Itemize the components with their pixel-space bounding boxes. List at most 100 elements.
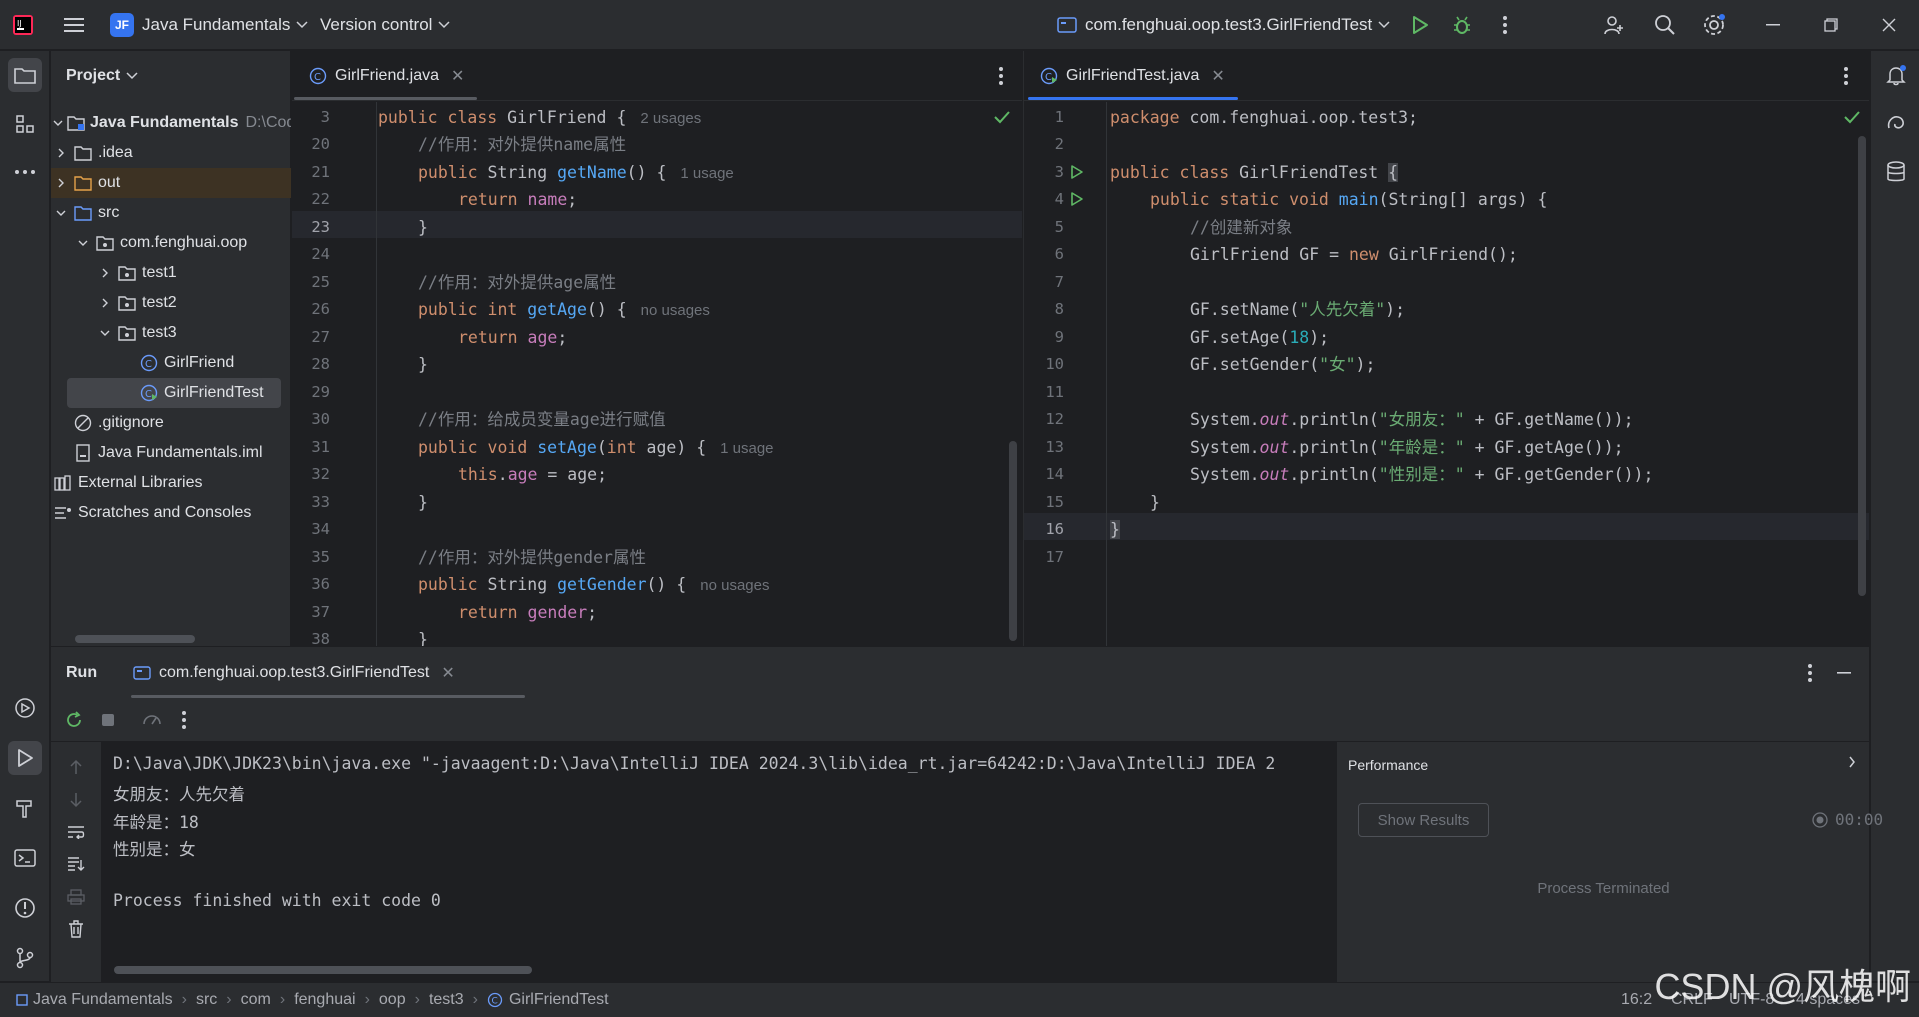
tree-item-label: .gitignore [98,414,164,431]
usages-inlay: no usages [700,577,770,594]
scroll-to-end-icon[interactable] [63,851,89,877]
vertical-scrollbar[interactable] [1858,136,1866,596]
project-badge: JF [110,13,134,37]
arrow-down-icon[interactable] [63,787,89,813]
editor-options-icon[interactable] [988,63,1014,89]
tree-item-out[interactable]: out [51,168,291,198]
right-tool-stripe [1870,51,1919,981]
close-icon[interactable]: ✕ [441,663,454,683]
run-options-icon[interactable] [1797,660,1823,686]
restore-icon[interactable] [1818,12,1844,38]
notifications-button[interactable] [1879,58,1913,92]
version-control-menu[interactable]: Version control [320,0,450,50]
breadcrumb-item[interactable]: com [241,991,271,1009]
tree-item-src[interactable]: src [51,198,291,228]
chevron-right-icon [53,148,69,158]
tree-item-idea[interactable]: .idea [51,138,291,168]
tab-girlfriend-java[interactable]: C GirlFriend.java ✕ [309,51,464,101]
run-config-icon [133,665,151,681]
database-button[interactable] [1879,155,1913,189]
tree-item-test1[interactable]: test1 [51,258,291,288]
editor-options-icon[interactable] [1833,63,1859,89]
search-icon[interactable] [1652,12,1678,38]
run-tool-button[interactable] [8,741,42,775]
chevron-down-icon [438,21,450,29]
vertical-scrollbar[interactable] [1009,441,1017,641]
timer-value: 00:00 [1835,810,1884,829]
tree-item-gitignore[interactable]: .gitignore [51,408,291,438]
run-icon[interactable] [1407,12,1433,38]
run-toolbar [51,698,1869,742]
close-icon[interactable]: ✕ [451,66,464,86]
hide-panel-icon[interactable] [1831,660,1857,686]
more-tools-button[interactable] [8,155,42,189]
soft-wrap-icon[interactable] [63,819,89,845]
structure-tool-button[interactable] [8,107,42,141]
tree-item-external-libraries[interactable]: External Libraries [51,468,291,498]
caret-position[interactable]: 16:2 [1621,991,1652,1009]
main-menu-icon[interactable] [61,12,87,38]
editor-girlfriend: C GirlFriend.java ✕ 3 20 21 22 23 24 25 … [292,51,1022,646]
intellij-logo-icon[interactable]: IJ [10,12,36,38]
tree-item-girlfriend[interactable]: C GirlFriend [51,348,291,378]
editor-girlfriendtest: C GirlFriendTest.java ✕ 1 2 3 4 5 6 7 8 … [1023,51,1869,646]
services-tool-button[interactable] [8,691,42,725]
trash-icon[interactable] [63,916,89,942]
console-line: 年龄是：18 [113,813,199,832]
project-panel-title[interactable]: Project [66,67,138,85]
gutter-separator [376,102,377,646]
build-tool-button[interactable] [8,791,42,825]
tree-item-test3[interactable]: test3 [51,318,291,348]
close-icon[interactable]: ✕ [1211,66,1224,86]
tree-item-iml[interactable]: Java Fundamentals.iml [51,438,291,468]
problems-tool-button[interactable] [8,891,42,925]
more-actions-icon[interactable] [1492,12,1518,38]
settings-gear-icon[interactable] [1701,12,1727,38]
code-line: GirlFriend GF = new GirlFriend(); [1190,245,1518,264]
chevron-right-icon [53,178,69,188]
code-line: System.out.println("女朋友：" + GF.getName()… [1190,410,1634,429]
tree-item-test2[interactable]: test2 [51,288,291,318]
stop-icon[interactable] [95,707,121,733]
project-switcher[interactable]: JF Java Fundamentals [110,0,308,50]
git-tool-button[interactable] [8,941,42,975]
breadcrumb-item[interactable]: C GirlFriendTest [487,991,609,1009]
breadcrumb-item[interactable]: test3 [429,991,464,1009]
line-number: 21 [311,163,330,181]
show-results-button[interactable]: Show Results [1358,803,1489,837]
module-file-icon [73,443,93,463]
breadcrumb-item[interactable]: oop [379,991,406,1009]
run-config-selector[interactable]: com.fenghuai.oop.test3.GirlFriendTest [1057,0,1390,50]
console-output[interactable]: D:\Java\JDK\JDK23\bin\java.exe "-javaage… [101,742,1336,982]
tree-item-label: test1 [142,264,177,281]
horizontal-scrollbar[interactable] [75,635,195,643]
attach-profiler-icon[interactable] [139,707,165,733]
breadcrumb-item[interactable]: src [196,991,217,1009]
breadcrumb-item[interactable]: Java Fundamentals [16,991,173,1009]
project-tool-button[interactable] [8,58,42,92]
chevron-right-icon[interactable] [1839,749,1865,775]
add-user-icon[interactable] [1601,12,1627,38]
tab-girlfriendtest-java[interactable]: C GirlFriendTest.java ✕ [1040,51,1225,101]
print-icon[interactable] [63,884,89,910]
tree-item-package[interactable]: com.fenghuai.oop [51,228,291,258]
terminal-tool-button[interactable] [8,841,42,875]
ai-assistant-button[interactable] [1879,107,1913,141]
process-status: Process Terminated [1537,880,1670,897]
tab-run-config[interactable]: com.fenghuai.oop.test3.GirlFriendTest ✕ [133,648,455,698]
more-actions-icon[interactable] [171,707,197,733]
run-gutter-icon[interactable] [1070,191,1084,207]
minimize-icon[interactable] [1760,12,1786,38]
tree-item-girlfriendtest[interactable]: C GirlFriendTest [67,378,281,408]
tree-item-project-root[interactable]: Java Fundamentals D:\Code\ [51,108,291,138]
code-line: package com.fenghuai.oop.test3; [1110,108,1418,127]
debug-icon[interactable] [1449,12,1475,38]
run-gutter-icon[interactable] [1070,164,1084,180]
arrow-up-icon[interactable] [63,754,89,780]
rerun-icon[interactable] [61,707,87,733]
horizontal-scrollbar[interactable] [114,966,532,974]
close-window-icon[interactable] [1876,12,1902,38]
usages-inlay: no usages [640,302,710,319]
breadcrumb-item[interactable]: fenghuai [294,991,355,1009]
tree-item-scratches[interactable]: Scratches and Consoles [51,498,291,528]
